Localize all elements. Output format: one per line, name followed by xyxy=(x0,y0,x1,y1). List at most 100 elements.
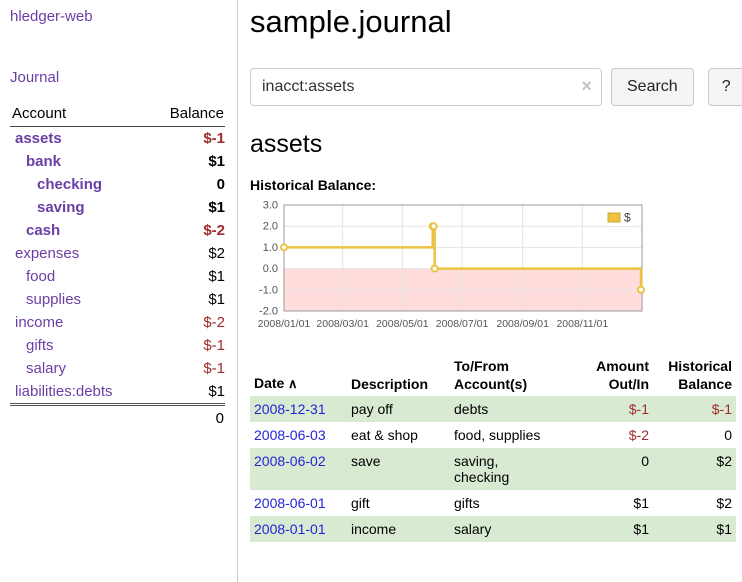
account-link-cash[interactable]: cash xyxy=(26,222,60,239)
sidebar: hledger-web Journal Account Balance asse… xyxy=(0,0,238,582)
account-name-cell: salary xyxy=(10,357,148,380)
accounts-total-row: 0 xyxy=(10,403,225,427)
x-tick-label: 2008/01/01 xyxy=(258,318,311,330)
account-link-bank[interactable]: bank xyxy=(26,153,61,170)
register-row: 2008-06-03 eat & shopfood, supplies$-20 xyxy=(250,422,736,448)
amount-cell: $1 xyxy=(577,516,653,542)
data-point-marker xyxy=(432,266,438,272)
account-name-cell: bank xyxy=(10,150,148,173)
account-balance: $1 xyxy=(148,265,225,288)
account-row: supplies $1 xyxy=(10,288,225,311)
account-balance: $-2 xyxy=(148,219,225,242)
register-row: 2008-12-31pay offdebts$-1$-1 xyxy=(250,396,736,422)
x-tick-label: 2008/09/01 xyxy=(496,318,549,330)
accounts-cell: debts xyxy=(450,396,577,422)
account-name-cell: food xyxy=(10,265,148,288)
x-tick-label: 2008/11/01 xyxy=(556,318,608,330)
date-cell: 2008-12-31 xyxy=(250,396,347,422)
account-name-cell: assets xyxy=(10,127,148,150)
account-name-cell: gifts xyxy=(10,334,148,357)
y-tick-label: 1.0 xyxy=(263,242,278,254)
accounts-table: Account Balance assets$-1bank$1checking0… xyxy=(10,102,225,427)
account-link-assets[interactable]: assets xyxy=(15,130,62,147)
account-link-expenses[interactable]: expenses xyxy=(15,245,79,262)
date-link[interactable]: 2008-01-01 xyxy=(254,521,326,537)
account-row: salary $-1 xyxy=(10,357,225,380)
account-link-salary[interactable]: salary xyxy=(26,360,66,377)
date-cell: 2008-06-01 xyxy=(250,490,347,516)
account-row: cash $-2 xyxy=(10,219,225,242)
balance-cell: 0 xyxy=(653,422,736,448)
legend-swatch xyxy=(608,213,620,222)
clear-search-icon[interactable]: × xyxy=(581,76,592,96)
date-link[interactable]: 2008-06-02 xyxy=(254,453,326,469)
account-name-cell: liabilities:debts xyxy=(10,380,148,403)
data-point-marker xyxy=(638,287,644,293)
register-table: Date ∧DescriptionTo/FromAccount(s)Amount… xyxy=(250,354,736,542)
register-header-amount-out-in: AmountOut/In xyxy=(577,354,653,396)
search-button[interactable]: Search xyxy=(611,68,694,106)
page-title: sample.journal xyxy=(250,4,742,40)
description-cell: eat & shop xyxy=(347,422,450,448)
register-header-date[interactable]: Date ∧ xyxy=(250,354,347,396)
amount-cell: $-2 xyxy=(577,422,653,448)
app-title-link[interactable]: hledger-web xyxy=(10,8,225,25)
balance-chart-svg: 3.02.01.00.0-1.0-2.02008/01/012008/03/01… xyxy=(250,199,652,335)
sidebar-item-journal[interactable]: Journal xyxy=(10,69,225,86)
balance-cell: $2 xyxy=(653,448,736,490)
account-balance: 0 xyxy=(148,173,225,196)
search-input[interactable] xyxy=(250,68,602,106)
account-balance: $1 xyxy=(148,288,225,311)
account-link-food[interactable]: food xyxy=(26,268,55,285)
register-header-historical-balance: HistoricalBalance xyxy=(653,354,736,396)
accounts-cell: salary xyxy=(450,516,577,542)
accounts-total-value: 0 xyxy=(148,403,225,427)
y-tick-label: 3.0 xyxy=(263,200,278,212)
y-tick-label: 0.0 xyxy=(263,263,278,275)
x-tick-label: 2008/05/01 xyxy=(376,318,429,330)
sort-asc-icon[interactable]: ∧ xyxy=(284,376,297,391)
register-row: 2008-06-01giftgifts$1$2 xyxy=(250,490,736,516)
account-row: bank $1 xyxy=(10,150,225,173)
account-row: food $1 xyxy=(10,265,225,288)
search-bar: × Search ? xyxy=(250,68,742,106)
date-link[interactable]: 2008-12-31 xyxy=(254,401,326,417)
account-balance: $2 xyxy=(148,242,225,265)
amount-cell: $1 xyxy=(577,490,653,516)
account-link-income[interactable]: income xyxy=(15,314,63,331)
chart-title: Historical Balance: xyxy=(250,177,742,193)
legend-label: $ xyxy=(624,211,631,225)
account-row: liabilities:debts$1 xyxy=(10,380,225,403)
register-header-description: Description xyxy=(347,354,450,396)
data-point-marker xyxy=(281,244,287,250)
account-balance: $-1 xyxy=(148,357,225,380)
data-point-marker xyxy=(431,223,437,229)
register-header-to-from-account-s-: To/FromAccount(s) xyxy=(450,354,577,396)
account-link-saving[interactable]: saving xyxy=(37,199,85,216)
y-tick-label: -1.0 xyxy=(259,284,278,296)
register-row: 2008-01-01incomesalary$1$1 xyxy=(250,516,736,542)
date-link[interactable]: 2008-06-01 xyxy=(254,495,326,511)
description-cell: save xyxy=(347,448,450,490)
account-link-gifts[interactable]: gifts xyxy=(26,337,54,354)
account-balance: $1 xyxy=(148,150,225,173)
y-tick-label: 2.0 xyxy=(263,221,278,233)
account-link-checking[interactable]: checking xyxy=(37,176,102,193)
search-box: × xyxy=(250,68,602,106)
balance-cell: $1 xyxy=(653,516,736,542)
accounts-cell: food, supplies xyxy=(450,422,577,448)
accounts-cell: gifts xyxy=(450,490,577,516)
amount-cell: 0 xyxy=(577,448,653,490)
account-balance: $1 xyxy=(148,196,225,219)
account-balance: $-1 xyxy=(148,127,225,150)
help-button[interactable]: ? xyxy=(708,68,742,106)
date-cell: 2008-06-02 xyxy=(250,448,347,490)
main-content: sample.journal × Search ? assets Histori… xyxy=(238,0,742,582)
account-link-supplies[interactable]: supplies xyxy=(26,291,81,308)
account-balance: $-2 xyxy=(148,311,225,334)
account-name-cell: cash xyxy=(10,219,148,242)
account-name-cell: income xyxy=(10,311,148,334)
date-link[interactable]: 2008-06-03 xyxy=(254,427,326,443)
register-row: 2008-06-02savesaving, checking0$2 xyxy=(250,448,736,490)
account-link-liabilities-debts[interactable]: liabilities:debts xyxy=(15,383,113,400)
